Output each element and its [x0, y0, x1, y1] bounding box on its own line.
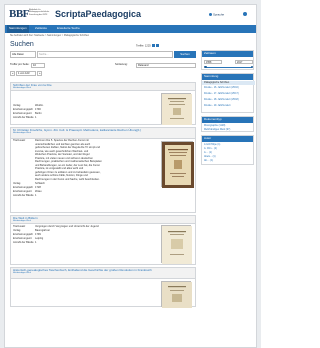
- result-header: Schriften der Frau von la Fite Mehrbändi…: [11, 83, 195, 91]
- facet-item[interactable]: Drucke - 17. Jahrhundert (VD17): [204, 92, 239, 96]
- facet-zeitraum: Zeitraum 1558 2017: [201, 50, 254, 70]
- field-value: Rechnungen in der Kunst und Sache, wohl …: [35, 177, 100, 181]
- facet-dokumenttyp-heading[interactable]: Dokumenttyp: [202, 117, 253, 123]
- facet-item[interactable]: Drucke - 16. Jahrhundert (VD16): [204, 86, 239, 90]
- pager-next[interactable]: »: [37, 71, 42, 76]
- per-page-select[interactable]: 10: [31, 63, 45, 68]
- site-title[interactable]: ScriptaPaedagogica: [55, 9, 141, 19]
- cover-image: [162, 94, 192, 125]
- search-bar: Alle Daten Suche... Suchen: [10, 51, 196, 59]
- field-value: 1: [35, 116, 37, 119]
- result-item: Die Welt in Bildern Mehrbändiges Werk Ti…: [10, 215, 196, 265]
- field-key: Anzahl der Bände: [13, 241, 34, 244]
- result-item: Schriften der Frau von la Fite Mehrbändi…: [10, 82, 196, 125]
- site-header: BBF Bibliothek für Bildungsgeschichtlich…: [5, 5, 256, 25]
- bbf-logo[interactable]: BBF: [9, 8, 29, 21]
- year-range-track: [205, 66, 252, 68]
- book-cover-thumbnail[interactable]: [161, 225, 192, 264]
- result-type: Mehrbändiges Werk: [13, 220, 31, 223]
- field-key: Anzahl der Bände: [13, 116, 34, 119]
- logo-text: BBF: [9, 8, 29, 20]
- book-cover-thumbnail[interactable]: [161, 281, 192, 308]
- field-row: Anzahl der Bände1: [13, 194, 37, 198]
- result-type: Mehrbändiges Werk: [13, 87, 31, 90]
- per-page-label: Treffer pro Seite:: [10, 63, 30, 66]
- year-to-input[interactable]: 2017: [235, 60, 253, 64]
- facet-sammlung-heading[interactable]: Sammlung: [202, 74, 253, 80]
- result-item: M. Christian Froefichs, Gymn. Ziti. Coll…: [10, 127, 196, 213]
- browser-backdrop: BBF Bibliothek für Bildungsgeschichtlich…: [0, 0, 261, 348]
- facet-autor: Autor A Grill Hdpe (1) A. Olm... (2) A..…: [201, 135, 254, 165]
- result-controls: Treffer pro Seite: 10 Sortierung: Releva…: [10, 63, 196, 69]
- field-row: Anzahl der Bände1: [13, 116, 37, 120]
- export-icon[interactable]: [155, 44, 159, 47]
- pager-prev[interactable]: «: [10, 71, 15, 76]
- field-row: Rechnungen in der Kunst und Sache, wohl …: [13, 177, 100, 182]
- result-header: M. Christian Froefichs, Gymn. Ziti. Coll…: [11, 128, 195, 139]
- pager-current[interactable]: 1 von 123: [16, 71, 36, 76]
- facet-item-selected[interactable]: Pädagogische Schriften: [204, 81, 229, 85]
- field-value: 1: [35, 241, 37, 244]
- result-header: Historisch-genealogisches Taschenbuch, E…: [11, 268, 195, 279]
- result-type: Mehrbändiges Werk: [13, 132, 31, 135]
- rss-icon[interactable]: [151, 44, 155, 47]
- field-value: 1790: [35, 108, 41, 111]
- page: BBF Bibliothek für Bildungsgeschichtlich…: [4, 4, 257, 348]
- book-cover-thumbnail[interactable]: [161, 141, 194, 188]
- facet-item[interactable]: Ab.... (1): [204, 159, 213, 163]
- search-input[interactable]: Suche...: [37, 51, 173, 58]
- logo-subtitle: Bibliothek für Bildungsgeschichtliche Fo…: [29, 9, 50, 16]
- main-content: Suchen Treffer: 1225 Alle Daten Suche...…: [10, 40, 196, 347]
- cover-image: [162, 142, 194, 188]
- language-label: Sprache: [213, 12, 225, 17]
- language-switcher[interactable]: Sprache: [209, 13, 224, 17]
- hit-count: Treffer: 1225: [136, 44, 159, 48]
- field-value: 1728: [35, 186, 41, 189]
- user-icon[interactable]: [243, 12, 247, 16]
- book-cover-thumbnail[interactable]: [161, 93, 192, 125]
- facet-autor-heading[interactable]: Autor: [202, 136, 253, 142]
- facet-item[interactable]: Mehrbändiges Werk (97): [204, 128, 230, 132]
- year-range-handle-end[interactable]: [250, 65, 253, 68]
- field-value: Baumgärtner: [35, 229, 50, 232]
- breadcrumb[interactable]: Sie befinden sich hier: Startseite > Sam…: [10, 34, 89, 38]
- year-from-input[interactable]: 1558: [204, 60, 222, 64]
- sort-label: Sortierung:: [115, 63, 128, 66]
- search-scope-select[interactable]: Alle Daten: [10, 51, 36, 58]
- field-value: Schlaich: [35, 182, 45, 185]
- facet-item[interactable]: Drucke - 19. Jahrhundert: [204, 104, 230, 108]
- page-title: Suchen: [10, 41, 34, 48]
- main-nav: Sammlungen Zeitleiste Erweiterte Suche: [5, 25, 256, 33]
- field-value: Leipzig: [35, 237, 44, 240]
- field-row: Titelzusatz Vergnügen durch Vergnügen und…: [13, 225, 99, 229]
- sort-select[interactable]: Relevanz: [136, 63, 196, 68]
- field-value: Weidm.: [35, 104, 44, 107]
- field-value: 1: [35, 194, 37, 197]
- nav-item-erweiterte-suche[interactable]: Erweiterte Suche: [57, 26, 80, 30]
- field-value: Vergnügen durch Vergnügen und Unterricht…: [35, 225, 99, 228]
- field-value: 1799: [35, 233, 41, 236]
- field-row: Anzahl der Bände1: [13, 241, 37, 245]
- hit-count-text: Treffer: 1225: [136, 44, 151, 48]
- field-value: Zittau: [35, 190, 42, 193]
- nav-item-zeitleiste[interactable]: Zeitleiste: [35, 26, 47, 30]
- nav-item-sammlungen[interactable]: Sammlungen: [7, 25, 29, 33]
- field-key: Anzahl der Bände: [13, 194, 34, 197]
- facet-zeitraum-heading[interactable]: Zeitraum: [202, 51, 253, 57]
- facet-sammlung: Sammlung Pädagogische Schriften Drucke -…: [201, 73, 255, 113]
- result-header: Die Welt in Bildern Mehrbändiges Werk: [11, 216, 195, 224]
- search-button[interactable]: Suchen: [174, 51, 196, 58]
- cover-image: [162, 226, 192, 264]
- field-value: Berlin: [35, 112, 42, 115]
- result-type: Mehrbändiges Werk: [13, 272, 31, 275]
- cover-image: [162, 282, 192, 308]
- year-range-handle-start[interactable]: [204, 65, 207, 68]
- globe-icon: [209, 13, 212, 16]
- facet-dokumenttyp: Dokumenttyp Monographie (1128) Mehrbändi…: [201, 116, 254, 132]
- facet-item[interactable]: Drucke - 18. Jahrhundert (VD18): [204, 98, 239, 102]
- result-item: Historisch-genealogisches Taschenbuch, E…: [10, 267, 196, 308]
